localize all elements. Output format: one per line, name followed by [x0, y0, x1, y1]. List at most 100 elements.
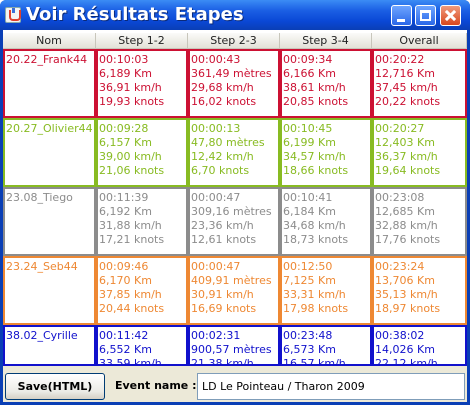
distance: 7,125 Km [283, 274, 336, 287]
result-cell-overall[interactable]: 00:20:27 12,403 Km 36,37 km/h 19,64 knots [372, 118, 467, 187]
column-header-step-3-4[interactable]: Step 3-4 [280, 33, 372, 49]
result-cell-overall[interactable]: 00:20:22 12,716 Km 37,45 km/h 20,22 knots [372, 49, 467, 118]
speed-knots: 20,44 knots [99, 302, 165, 315]
result-cell-step-3-4[interactable]: 00:12:50 7,125 Km 33,31 km/h 17,98 knots [280, 256, 372, 325]
distance: 6,573 Km [283, 343, 336, 356]
elapsed-time: 00:23:48 [283, 329, 333, 342]
bottom-bar: Save(HTML) Event name : [3, 370, 467, 402]
elapsed-time: 00:10:41 [283, 191, 333, 204]
results-table: Nom Step 1-2 Step 2-3 Step 3-4 Overall 20.22_… [3, 30, 467, 366]
result-cell-step-2-3[interactable]: 00:00:43 361,49 mètres 29,68 km/h 16,02 kno… [188, 49, 280, 118]
result-cell-overall[interactable]: 00:38:0214,026 Km22,12 km/h11,95 knots [372, 325, 467, 366]
competitor-name-cell[interactable]: 20.22_Frank44 [3, 49, 96, 118]
result-cell-overall[interactable]: 00:23:08 12,685 Km 32,88 km/h 17,76 knots [372, 187, 467, 256]
speed-knots: 6,70 knots [191, 164, 250, 177]
distance: 12,685 Km [375, 205, 435, 218]
speed-knots: 16,69 knots [191, 302, 257, 315]
competitor-name-cell[interactable]: 20.27_Olivier44 [3, 118, 96, 187]
competitor-name: 23.08_Tiego [6, 191, 73, 204]
title-bar[interactable]: Voir Résultats Etapes [0, 0, 470, 30]
column-header-step-2-3[interactable]: Step 2-3 [188, 33, 280, 49]
speed-knots: 17,76 knots [375, 233, 441, 246]
column-header-overall[interactable]: Overall [372, 33, 467, 49]
speed-knots: 18,73 knots [283, 233, 349, 246]
speed-kmh: 32,88 km/h [375, 219, 438, 232]
distance: 6,166 Km [283, 67, 336, 80]
speed-knots: 18,66 knots [283, 164, 349, 177]
column-header-nom[interactable]: Nom [3, 33, 96, 49]
distance: 6,192 Km [99, 205, 152, 218]
elapsed-time: 00:23:08 [375, 191, 425, 204]
save-html-button[interactable]: Save(HTML) [5, 373, 105, 400]
result-cell-step-2-3[interactable]: 00:00:47 409,91 mètres 30,91 km/h 16,69 kno… [188, 256, 280, 325]
result-cell-step-3-4[interactable]: 00:10:41 6,184 Km 34,68 km/h 18,73 knots [280, 187, 372, 256]
speed-kmh: 16,57 km/h [283, 357, 346, 366]
speed-kmh: 33,59 km/h [99, 357, 162, 366]
speed-knots: 21,06 knots [99, 164, 165, 177]
distance: 309,16 mètres [191, 205, 272, 218]
maximize-button[interactable] [415, 5, 436, 26]
speed-kmh: 33,31 km/h [283, 288, 346, 301]
speed-kmh: 36,91 km/h [99, 81, 162, 94]
speed-knots: 19,93 knots [99, 95, 165, 108]
competitor-name: 20.22_Frank44 [6, 53, 88, 66]
speed-kmh: 37,45 km/h [375, 81, 438, 94]
speed-kmh: 34,57 km/h [283, 150, 346, 163]
distance: 900,57 mètres [191, 343, 272, 356]
competitor-name-cell[interactable]: 38.02_Cyrille [3, 325, 96, 366]
elapsed-time: 00:10:03 [99, 53, 149, 66]
result-cell-step-1-2[interactable]: 00:11:39 6,192 Km 31,88 km/h 17,21 knots [96, 187, 188, 256]
elapsed-time: 00:00:13 [191, 122, 241, 135]
competitor-name: 23.24_Seb44 [6, 260, 78, 273]
column-header-step-1-2[interactable]: Step 1-2 [96, 33, 188, 49]
speed-kmh: 36,37 km/h [375, 150, 438, 163]
speed-knots: 20,85 knots [283, 95, 349, 108]
elapsed-time: 00:11:39 [99, 191, 149, 204]
competitor-name-cell[interactable]: 23.24_Seb44 [3, 256, 96, 325]
distance: 6,170 Km [99, 274, 152, 287]
distance: 6,552 Km [99, 343, 152, 356]
result-cell-step-1-2[interactable]: 00:11:426,552 Km33,59 km/h18,14 knots [96, 325, 188, 366]
java-cup-icon [5, 7, 21, 23]
speed-kmh: 23,36 km/h [191, 219, 254, 232]
distance: 6,189 Km [99, 67, 152, 80]
event-name-input[interactable] [197, 373, 465, 400]
speed-knots: 12,61 knots [191, 233, 257, 246]
distance: 47,80 mètres [191, 136, 265, 149]
elapsed-time: 00:00:43 [191, 53, 241, 66]
result-cell-step-1-2[interactable]: 00:10:03 6,189 Km 36,91 km/h 19,93 knots [96, 49, 188, 118]
result-cell-overall[interactable]: 00:23:24 13,706 Km 35,13 km/h 18,97 knots [372, 256, 467, 325]
speed-knots: 16,02 knots [191, 95, 257, 108]
speed-knots: 17,98 knots [283, 302, 349, 315]
speed-kmh: 31,88 km/h [99, 219, 162, 232]
speed-kmh: 34,68 km/h [283, 219, 346, 232]
result-cell-step-3-4[interactable]: 00:23:486,573 Km16,57 km/h8,95 knots [280, 325, 372, 366]
result-cell-step-3-4[interactable]: 00:09:34 6,166 Km 38,61 km/h 20,85 knots [280, 49, 372, 118]
result-cell-step-2-3[interactable]: 00:02:31900,57 mètres21,38 km/h11,55 kno… [188, 325, 280, 366]
competitor-name-cell[interactable]: 23.08_Tiego [3, 187, 96, 256]
maximize-icon [420, 10, 431, 21]
client-area: Nom Step 1-2 Step 2-3 Step 3-4 Overall 20.22_… [3, 30, 467, 402]
result-cell-step-1-2[interactable]: 00:09:28 6,157 Km 39,00 km/h 21,06 knots [96, 118, 188, 187]
elapsed-time: 00:20:27 [375, 122, 425, 135]
result-cell-step-3-4[interactable]: 00:10:45 6,199 Km 34,57 km/h 18,66 knots [280, 118, 372, 187]
speed-kmh: 37,85 km/h [99, 288, 162, 301]
distance: 12,403 Km [375, 136, 435, 149]
speed-kmh: 21,38 km/h [191, 357, 254, 366]
speed-knots: 18,97 knots [375, 302, 441, 315]
result-cell-step-1-2[interactable]: 00:09:46 6,170 Km 37,85 km/h 20,44 knots [96, 256, 188, 325]
speed-knots: 17,21 knots [99, 233, 165, 246]
elapsed-time: 00:09:46 [99, 260, 149, 273]
distance: 14,026 Km [375, 343, 435, 356]
elapsed-time: 00:12:50 [283, 260, 333, 273]
result-cell-step-2-3[interactable]: 00:00:13 47,80 mètres 12,42 km/h 6,70 knots [188, 118, 280, 187]
minimize-button[interactable] [391, 5, 412, 26]
distance: 6,199 Km [283, 136, 336, 149]
speed-kmh: 30,91 km/h [191, 288, 254, 301]
close-button[interactable] [440, 5, 461, 26]
distance: 12,716 Km [375, 67, 435, 80]
elapsed-time: 00:10:45 [283, 122, 333, 135]
window-title: Voir Résultats Etapes [26, 4, 244, 25]
competitor-name: 20.27_Olivier44 [6, 122, 93, 135]
result-cell-step-2-3[interactable]: 00:00:47 309,16 mètres 23,36 km/h 12,61 kno… [188, 187, 280, 256]
